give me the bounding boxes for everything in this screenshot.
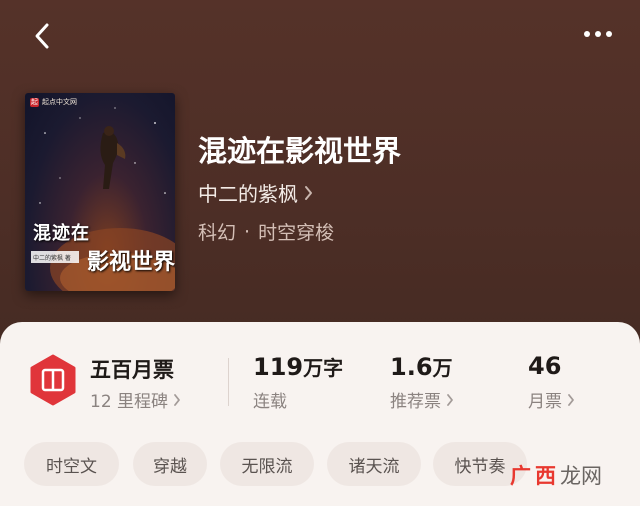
genre-separator: · [244,220,251,243]
monthly-ticket-value: 46 [528,352,562,380]
recommend-link[interactable]: 推荐票 [390,387,454,412]
word-count: 119万字 [253,352,343,381]
book-cover[interactable]: 起 起点中文网 混迹在 中二的紫枫 著 影视世界 [25,93,175,291]
tag-chip[interactable]: 诸天流 [327,442,421,486]
serial-status-label: 连载 [253,392,287,412]
book-title: 混迹在影视世界 [198,134,402,168]
recommend-unit: 万 [432,356,453,380]
word-count-unit: 万字 [303,356,344,380]
genre-category: 科幻 [198,222,237,244]
stats-divider [228,358,229,406]
more-horizontal-icon [584,31,612,37]
author-link[interactable]: 中二的紫枫 [198,178,313,207]
cover-title-line1: 混迹在 [33,223,90,244]
cover-publisher-text: 起点中文网 [42,98,77,106]
word-count-value: 119 [253,353,304,381]
chevron-left-icon [35,23,49,49]
watermark-middle: 西 [535,464,556,488]
tag-chip[interactable]: 穿越 [133,442,207,486]
chevron-right-icon [447,393,453,406]
watermark-left: 广 [510,464,531,488]
genre-row: 科幻 · 时空穿梭 [198,218,334,245]
watermark-right: 龙网 [560,464,602,488]
genre-subcategory: 时空穿梭 [258,222,335,244]
watermark: 广 西 龙网 [510,460,602,490]
chevron-right-icon [305,185,312,200]
milestone-title: 五百月票 [90,358,174,382]
cover-publisher-logo: 起 起点中文网 [30,97,77,107]
recommend-label: 推荐票 [390,392,441,412]
cover-title-line2: 影视世界 [87,249,175,275]
serial-status: 连载 [253,387,287,412]
author-name: 中二的紫枫 [198,182,298,206]
tag-chip[interactable]: 时空文 [24,442,119,486]
chevron-right-icon [568,393,574,406]
monthly-ticket-link[interactable]: 月票 [528,387,575,412]
back-button[interactable] [24,18,60,54]
cover-author: 中二的紫枫 著 [31,251,79,263]
milestone-link[interactable]: 12 里程碑 [90,387,181,412]
milestone-sub: 12 里程碑 [90,392,169,412]
recommend-value: 1.6 [390,353,433,381]
chevron-right-icon [174,393,180,406]
monthly-ticket-label: 月票 [528,392,562,412]
publisher-mark-icon: 起 [30,97,39,107]
more-options-button[interactable] [580,20,616,48]
tag-chip[interactable]: 无限流 [220,442,314,486]
ticket-badge-icon[interactable] [29,354,77,406]
recommend-count: 1.6万 [390,352,453,381]
